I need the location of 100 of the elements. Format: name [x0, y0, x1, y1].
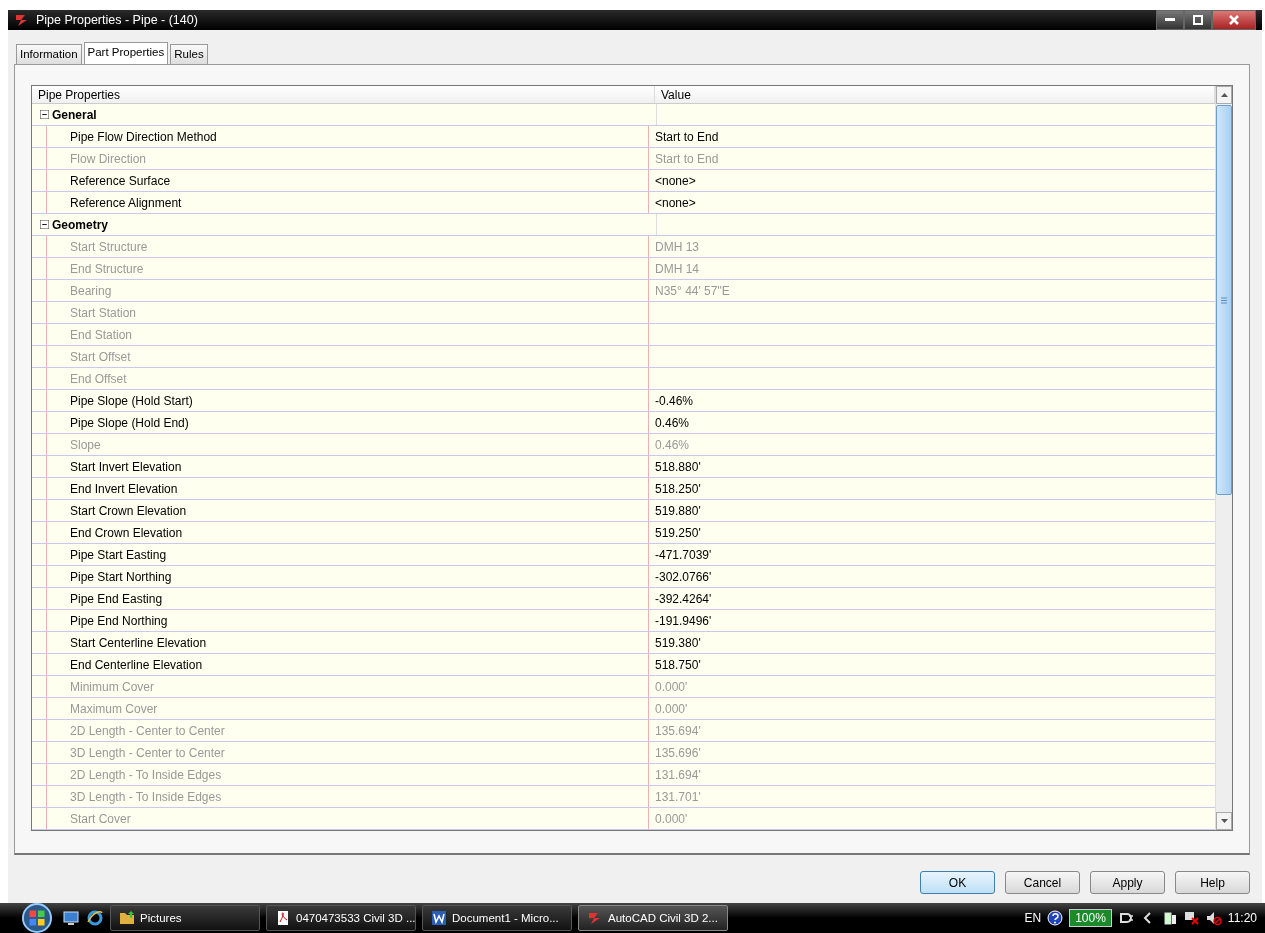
category-label: General [52, 107, 97, 122]
property-value[interactable]: -302.0766' [655, 569, 712, 584]
category-row[interactable]: Geometry [32, 214, 1215, 236]
tab[interactable]: Information [16, 44, 82, 64]
property-name: 3D Length - Center to Center [69, 745, 225, 760]
property-value[interactable]: Start to End [655, 129, 719, 144]
folder-icon [119, 910, 135, 926]
close-icon [1229, 15, 1239, 25]
scroll-thumb[interactable] [1216, 105, 1232, 495]
taskbar-button-label: Pictures [140, 912, 182, 924]
category-row[interactable]: General [32, 104, 1215, 126]
property-name: Pipe Slope (Hold Start) [69, 393, 193, 408]
dialog-button[interactable]: Help [1175, 871, 1250, 894]
property-name: Start Cover [69, 811, 131, 826]
property-name: Start Crown Elevation [69, 503, 187, 518]
property-value[interactable]: 519.250' [655, 525, 701, 540]
close-button[interactable] [1212, 10, 1256, 30]
property-value[interactable]: -392.4264' [655, 591, 712, 606]
property-value[interactable]: -471.7039' [655, 547, 712, 562]
property-name: End Station [69, 327, 133, 342]
taskbar-button-label: 0470473533 Civil 3D ... [296, 912, 416, 924]
property-value: 0.000' [655, 701, 688, 716]
property-name: Bearing [69, 283, 112, 298]
scroll-down-button[interactable] [1216, 812, 1232, 830]
dialog-button[interactable]: OK [920, 871, 995, 894]
taskbar-button-label: Document1 - Micro... [452, 912, 559, 924]
property-value: DMH 13 [655, 239, 699, 254]
desktop-icon [62, 910, 80, 926]
property-name: Slope [69, 437, 101, 452]
grip-icon [1221, 296, 1227, 304]
property-value: 135.696' [655, 745, 701, 760]
taskbar-button[interactable]: AutoCAD Civil 3D 2... [578, 905, 728, 931]
property-name: Pipe Flow Direction Method [69, 129, 217, 144]
category-label: Geometry [52, 217, 109, 232]
up-arrow-icon [1220, 93, 1228, 97]
scroll-up-button[interactable] [1216, 86, 1232, 104]
minimize-icon [1165, 18, 1175, 22]
property-name: End Crown Elevation [69, 525, 183, 540]
clock: 11:20 [1227, 911, 1257, 925]
property-name: Pipe Start Easting [69, 547, 167, 562]
property-name: Pipe End Northing [69, 613, 168, 628]
property-value[interactable]: 519.380' [655, 635, 701, 650]
property-name: Start Structure [69, 239, 148, 254]
property-name: Start Invert Elevation [69, 459, 182, 474]
tab[interactable]: Part Properties [83, 42, 169, 64]
property-name: Pipe End Easting [69, 591, 163, 606]
property-value: 0.46% [655, 437, 690, 452]
document-w-icon [431, 910, 447, 926]
property-value[interactable]: 519.880' [655, 503, 701, 518]
property-value[interactable]: -0.46% [655, 393, 694, 408]
column-header[interactable]: Pipe Properties [32, 86, 655, 103]
property-name: End Structure [69, 261, 144, 276]
property-value[interactable]: <none> [655, 195, 696, 210]
property-value[interactable]: 0.46% [655, 415, 690, 430]
language-indicator[interactable]: EN [1024, 911, 1042, 925]
property-value: DMH 14 [655, 261, 699, 276]
restore-button[interactable] [1184, 10, 1212, 30]
property-name: End Offset [69, 371, 127, 386]
browser-e-icon [86, 910, 104, 926]
property-name: Reference Surface [69, 173, 171, 188]
dialog-button[interactable]: Apply [1090, 871, 1165, 894]
property-value[interactable]: <none> [655, 173, 696, 188]
network-error-icon [1183, 910, 1200, 926]
taskbar-button[interactable]: Pictures [110, 905, 260, 931]
property-value[interactable]: 518.750' [655, 657, 701, 672]
down-arrow-icon [1220, 819, 1228, 823]
dialog-button[interactable]: Cancel [1005, 871, 1080, 894]
property-name: Maximum Cover [69, 701, 158, 716]
property-value: 131.701' [655, 789, 701, 804]
property-name: End Invert Elevation [69, 481, 178, 496]
window-title: Pipe Properties - Pipe - (140) [36, 13, 198, 27]
property-name: Flow Direction [69, 151, 147, 166]
property-name: Pipe Start Northing [69, 569, 172, 584]
minimize-button[interactable] [1156, 10, 1184, 30]
property-value: Start to End [655, 151, 719, 166]
property-value[interactable]: -191.9496' [655, 613, 712, 628]
property-name: Minimum Cover [69, 679, 154, 694]
property-name: Start Offset [69, 349, 131, 364]
scrollbar[interactable] [1215, 86, 1232, 830]
property-name: 2D Length - To Inside Edges [69, 767, 222, 782]
property-name: Start Centerline Elevation [69, 635, 207, 650]
taskbar-button[interactable]: Document1 - Micro... [422, 905, 572, 931]
property-value: 131.694' [655, 767, 701, 782]
property-value[interactable]: 518.250' [655, 481, 701, 496]
plug-icon [1117, 910, 1134, 926]
property-value: N35° 44' 57"E [655, 283, 730, 298]
property-name: 3D Length - To Inside Edges [69, 789, 222, 804]
collapse-icon [40, 110, 49, 119]
taskbar-button[interactable]: 0470473533 Civil 3D ... [266, 905, 416, 931]
property-value[interactable]: 518.880' [655, 459, 701, 474]
taskbar-button-label: AutoCAD Civil 3D 2... [608, 912, 718, 924]
property-value: 0.000' [655, 679, 688, 694]
property-name: 2D Length - Center to Center [69, 723, 225, 738]
property-name: Pipe Slope (Hold End) [69, 415, 189, 430]
tab[interactable]: Rules [170, 44, 208, 64]
battery-meter[interactable]: 100% [1069, 909, 1112, 927]
property-name: Start Station [69, 305, 137, 320]
property-name: End Centerline Elevation [69, 657, 203, 672]
restore-icon [1193, 15, 1203, 25]
volume-muted-icon [1205, 910, 1222, 926]
